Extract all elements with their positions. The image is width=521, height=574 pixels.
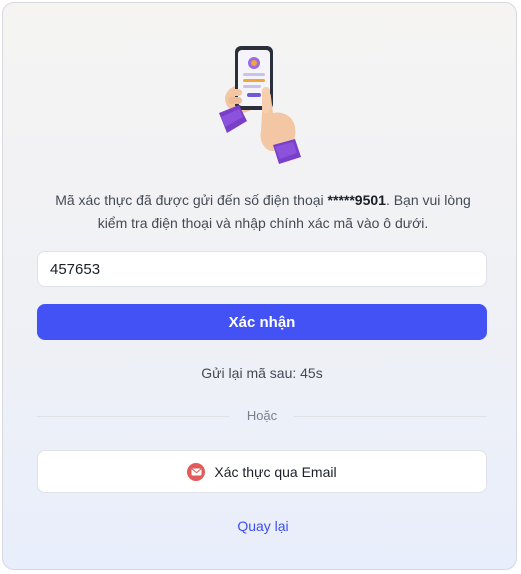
email-verify-label: Xác thực qua Email: [214, 463, 337, 480]
message-prefix: Mã xác thực đã được gửi đến số điện thoạ…: [55, 192, 328, 208]
otp-verification-card: Mã xác thực đã được gửi đến số điện thoạ…: [2, 2, 517, 570]
hand-phone-illustration: [219, 46, 301, 164]
email-verify-button[interactable]: Xác thực qua Email: [37, 450, 487, 493]
confirm-button[interactable]: Xác nhận: [37, 304, 487, 340]
message-suffix: . Bạn vui lòng: [385, 192, 471, 208]
divider-line-right: [294, 416, 487, 417]
mail-icon: [187, 462, 206, 481]
divider-text: Hoặc: [246, 408, 278, 423]
otp-code-input[interactable]: [37, 251, 487, 287]
divider-line-left: [37, 416, 230, 417]
otp-instruction-text: Mã xác thực đã được gửi đến số điện thoạ…: [33, 189, 493, 235]
resend-countdown: Gửi lại mã sau: 45s: [201, 365, 323, 381]
message-line-2: kiểm tra điện thoại và nhập chính xác mã…: [97, 215, 429, 231]
masked-phone-number: *****9501: [327, 192, 386, 208]
back-link[interactable]: Quay lại: [183, 518, 343, 534]
